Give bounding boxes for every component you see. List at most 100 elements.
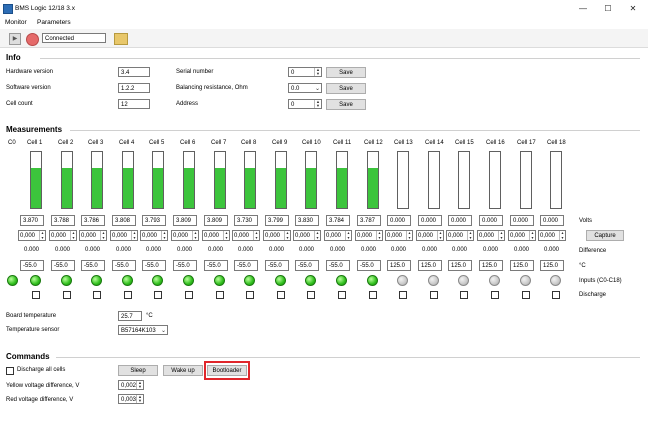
discharge-all-checkbox[interactable] [6, 367, 14, 375]
cell-difference-stepper[interactable]: 0,000 ▲ ▼ [140, 230, 168, 241]
save-address-button[interactable]: Save [326, 99, 366, 110]
cell-discharge-checkbox[interactable] [185, 291, 193, 299]
stepper-arrows-icon[interactable]: ▲ ▼ [314, 100, 321, 108]
cell-temperature-field[interactable]: -55.0 [51, 260, 75, 271]
wakeup-button[interactable]: Wake up [163, 365, 203, 376]
cell-difference-stepper[interactable]: 0,000 ▲ ▼ [385, 230, 413, 241]
cell-temperature-field[interactable]: 125.0 [387, 260, 411, 271]
stepper-arrows-icon[interactable]: ▲ ▼ [136, 395, 143, 403]
cell-temperature-field[interactable]: -55.0 [81, 260, 105, 271]
cell-discharge-checkbox[interactable] [369, 291, 377, 299]
cell-temperature-field[interactable]: -55.0 [204, 260, 228, 271]
cell-voltage-field[interactable]: 3.799 [265, 215, 289, 226]
stepper-arrows-icon[interactable]: ▲ ▼ [314, 68, 321, 76]
cell-voltage-field[interactable]: 3.730 [234, 215, 258, 226]
cell-temperature-field[interactable]: 125.0 [418, 260, 442, 271]
cell-voltage-field[interactable]: 0.000 [448, 215, 472, 226]
cell-voltage-field[interactable]: 3.786 [81, 215, 105, 226]
cell-temperature-field[interactable]: 125.0 [540, 260, 564, 271]
cell-difference-stepper[interactable]: 0,000 ▲ ▼ [171, 230, 199, 241]
cell-voltage-field[interactable]: 3.870 [20, 215, 44, 226]
cell-voltage-field[interactable]: 0.000 [387, 215, 411, 226]
stepper-arrows-icon[interactable]: ▲ ▼ [406, 231, 412, 240]
cell-difference-stepper[interactable]: 0,000 ▲ ▼ [202, 230, 230, 241]
cell-difference-stepper[interactable]: 0,000 ▲ ▼ [324, 230, 352, 241]
cell-difference-stepper[interactable]: 0,000 ▲ ▼ [232, 230, 260, 241]
close-button[interactable]: ✕ [626, 3, 640, 15]
cell-discharge-checkbox[interactable] [32, 291, 40, 299]
stepper-arrows-icon[interactable]: ▲ ▼ [314, 231, 320, 240]
cell-temperature-field[interactable]: -55.0 [295, 260, 319, 271]
cell-temperature-field[interactable]: 125.0 [510, 260, 534, 271]
cell-temperature-field[interactable]: -55.0 [112, 260, 136, 271]
yellow-voltage-stepper[interactable]: 0,002 ▲ ▼ [118, 380, 144, 390]
cell-voltage-field[interactable]: 3.784 [326, 215, 350, 226]
cell-discharge-checkbox[interactable] [552, 291, 560, 299]
stepper-arrows-icon[interactable]: ▲ ▼ [192, 231, 198, 240]
cell-voltage-field[interactable]: 0.000 [510, 215, 534, 226]
stepper-arrows-icon[interactable]: ▲ ▼ [498, 231, 504, 240]
cell-discharge-checkbox[interactable] [307, 291, 315, 299]
stepper-arrows-icon[interactable]: ▲ ▼ [345, 231, 351, 240]
stepper-arrows-icon[interactable]: ▲ ▼ [284, 231, 290, 240]
stepper-arrows-icon[interactable]: ▲ ▼ [467, 231, 473, 240]
red-voltage-stepper[interactable]: 0,003 ▲ ▼ [118, 394, 144, 404]
cell-voltage-field[interactable]: 3.830 [295, 215, 319, 226]
cell-discharge-checkbox[interactable] [399, 291, 407, 299]
cell-difference-stepper[interactable]: 0,000 ▲ ▼ [477, 230, 505, 241]
cell-voltage-field[interactable]: 0.000 [418, 215, 442, 226]
cell-temperature-field[interactable]: -55.0 [20, 260, 44, 271]
stepper-arrows-icon[interactable]: ▲ ▼ [161, 231, 167, 240]
cell-voltage-field[interactable]: 3.793 [142, 215, 166, 226]
cell-discharge-checkbox[interactable] [338, 291, 346, 299]
cell-voltage-field[interactable]: 0.000 [540, 215, 564, 226]
capture-button[interactable]: Capture [586, 230, 624, 241]
cell-discharge-checkbox[interactable] [246, 291, 254, 299]
cell-temperature-field[interactable]: -55.0 [173, 260, 197, 271]
stepper-arrows-icon[interactable]: ▲ ▼ [70, 231, 76, 240]
play-icon[interactable]: ▶ [9, 33, 21, 45]
save-balancing-button[interactable]: Save [326, 83, 366, 94]
cell-difference-stepper[interactable]: 0,000 ▲ ▼ [538, 230, 566, 241]
cell-difference-stepper[interactable]: 0,000 ▲ ▼ [508, 230, 536, 241]
cell-difference-stepper[interactable]: 0,000 ▲ ▼ [355, 230, 383, 241]
menu-parameters[interactable]: Parameters [37, 19, 71, 26]
stepper-arrows-icon[interactable]: ▲ ▼ [529, 231, 535, 240]
sleep-button[interactable]: Sleep [118, 365, 158, 376]
stepper-arrows-icon[interactable]: ▲ ▼ [131, 231, 137, 240]
cell-difference-stepper[interactable]: 0,000 ▲ ▼ [263, 230, 291, 241]
cell-temperature-field[interactable]: -55.0 [357, 260, 381, 271]
cell-difference-stepper[interactable]: 0,000 ▲ ▼ [79, 230, 107, 241]
cell-difference-stepper[interactable]: 0,000 ▲ ▼ [416, 230, 444, 241]
cell-voltage-field[interactable]: 3.809 [173, 215, 197, 226]
cell-voltage-field[interactable]: 0.000 [479, 215, 503, 226]
cell-discharge-checkbox[interactable] [522, 291, 530, 299]
cell-discharge-checkbox[interactable] [124, 291, 132, 299]
stepper-arrows-icon[interactable]: ▲ ▼ [223, 231, 229, 240]
cell-temperature-field[interactable]: 125.0 [479, 260, 503, 271]
board-temperature-field[interactable]: 25.7 [118, 311, 142, 321]
folder-icon[interactable] [114, 33, 128, 45]
cell-temperature-field[interactable]: -55.0 [265, 260, 289, 271]
cell-voltage-field[interactable]: 3.788 [51, 215, 75, 226]
stepper-arrows-icon[interactable]: ▲ ▼ [39, 231, 45, 240]
software-version-field[interactable]: 1.2.2 [118, 83, 150, 93]
cell-discharge-checkbox[interactable] [277, 291, 285, 299]
balancing-resistance-select[interactable]: 0.0 ⌄ [288, 83, 322, 93]
stepper-arrows-icon[interactable]: ▲ ▼ [376, 231, 382, 240]
stepper-arrows-icon[interactable]: ▲ ▼ [100, 231, 106, 240]
cell-difference-stepper[interactable]: 0,000 ▲ ▼ [18, 230, 46, 241]
cell-discharge-checkbox[interactable] [430, 291, 438, 299]
stepper-arrows-icon[interactable]: ▲ ▼ [559, 231, 565, 240]
hardware-version-field[interactable]: 3.4 [118, 67, 150, 77]
cell-discharge-checkbox[interactable] [491, 291, 499, 299]
cell-difference-stepper[interactable]: 0,000 ▲ ▼ [110, 230, 138, 241]
cell-discharge-checkbox[interactable] [93, 291, 101, 299]
temperature-sensor-select[interactable]: B57164K103 ⌄ [118, 325, 168, 335]
minimize-button[interactable]: — [576, 3, 590, 15]
cell-difference-stepper[interactable]: 0,000 ▲ ▼ [49, 230, 77, 241]
cell-temperature-field[interactable]: 125.0 [448, 260, 472, 271]
cell-discharge-checkbox[interactable] [460, 291, 468, 299]
stepper-arrows-icon[interactable]: ▲ ▼ [437, 231, 443, 240]
stepper-arrows-icon[interactable]: ▲ ▼ [136, 381, 143, 389]
